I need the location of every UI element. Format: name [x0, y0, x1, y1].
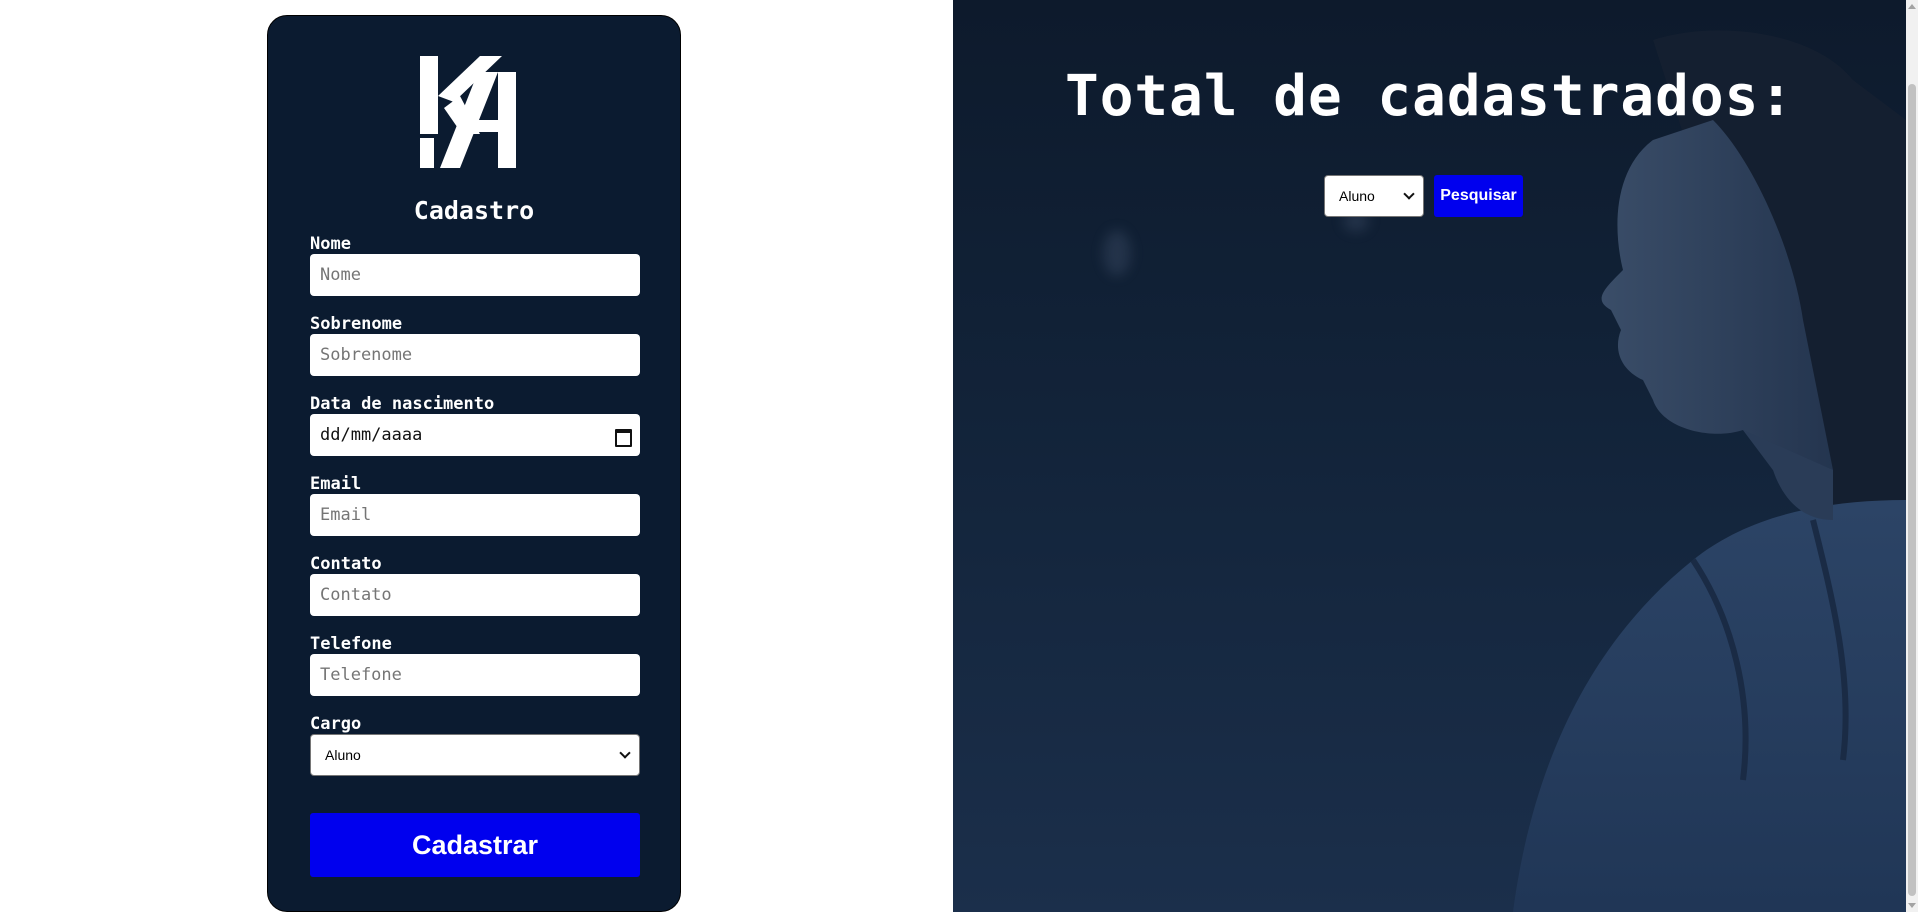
contato-input[interactable] [310, 574, 640, 616]
scroll-up-arrow-icon[interactable] [1908, 4, 1916, 9]
registration-card: Cadastro Nome Sobrenome Data de nascimen… [267, 15, 681, 912]
cargo-select-value: Aluno [325, 747, 361, 763]
cargo-filter-select[interactable]: Aluno [1324, 175, 1424, 217]
nome-input[interactable] [310, 254, 640, 296]
ka-logo [420, 56, 516, 168]
vertical-scrollbar[interactable] [1906, 0, 1918, 912]
chevron-down-icon [619, 747, 631, 759]
email-label: Email [310, 474, 362, 494]
telefone-label: Telefone [310, 634, 392, 654]
contato-label: Contato [310, 554, 382, 574]
scrollbar-thumb[interactable] [1908, 84, 1916, 896]
woman-silhouette-image [1513, 30, 1906, 912]
sobrenome-input[interactable] [310, 334, 640, 376]
hero-panel: Total de cadastrados: Aluno Pesquisar [953, 0, 1906, 912]
calendar-icon[interactable] [614, 427, 632, 447]
form-title: Cadastro [413, 196, 535, 225]
nascimento-label: Data de nascimento [310, 394, 495, 414]
cargo-label: Cargo [310, 714, 362, 734]
hero-title: Total de cadastrados: [1064, 64, 1794, 129]
nascimento-date-input[interactable]: dd/mm/aaaa [310, 414, 640, 456]
scroll-down-arrow-icon[interactable] [1908, 903, 1916, 908]
cargo-select[interactable]: Aluno [310, 734, 640, 776]
telefone-input[interactable] [310, 654, 640, 696]
nascimento-date-value: dd/mm/aaaa [320, 425, 423, 445]
pesquisar-button[interactable]: Pesquisar [1434, 175, 1523, 217]
nome-label: Nome [310, 234, 351, 254]
email-input[interactable] [310, 494, 640, 536]
cadastrar-button[interactable]: Cadastrar [310, 813, 640, 877]
sobrenome-label: Sobrenome [310, 314, 403, 334]
cargo-filter-value: Aluno [1339, 188, 1375, 204]
chevron-down-icon [1403, 188, 1415, 200]
